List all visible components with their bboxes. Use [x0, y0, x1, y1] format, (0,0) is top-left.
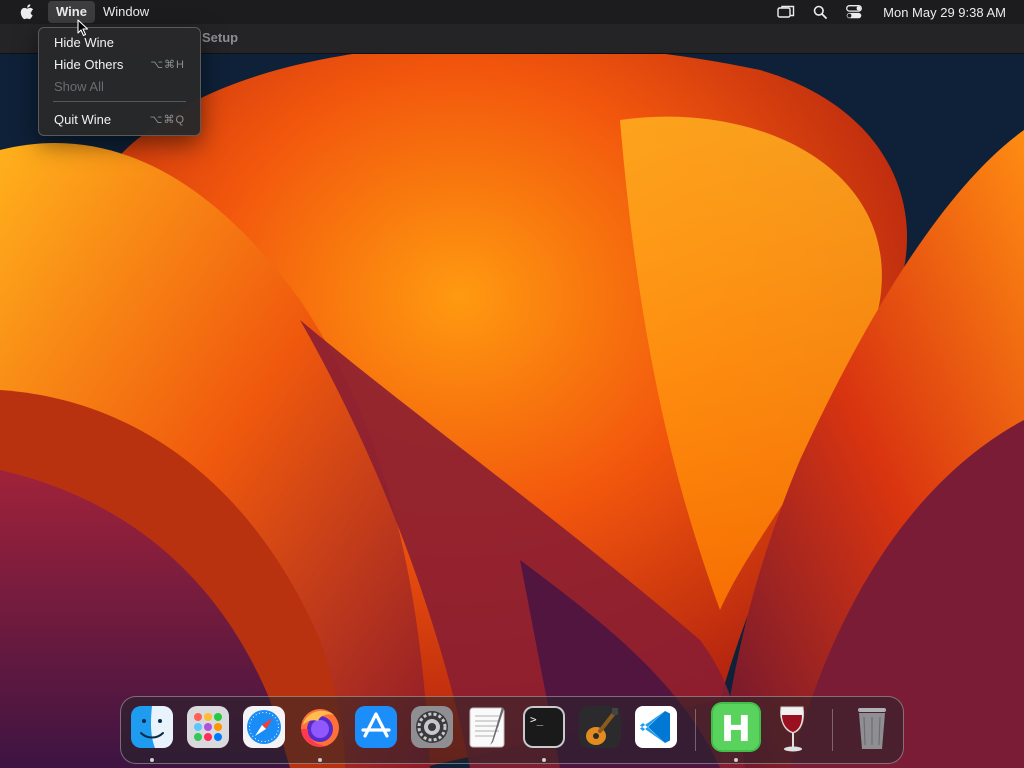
menu-separator [53, 101, 186, 102]
launchpad-icon[interactable] [186, 705, 230, 749]
menu-item-label: Show All [54, 78, 104, 94]
spotlight-search-icon[interactable] [811, 4, 829, 20]
vscode-icon[interactable] [634, 705, 678, 749]
safari-icon[interactable] [242, 705, 286, 749]
firefox-icon[interactable] [298, 705, 342, 749]
running-indicator [150, 758, 154, 762]
dock-divider [832, 709, 833, 751]
menu-item-quit-wine[interactable]: Quit Wine ⌥⌘Q [44, 109, 195, 129]
running-indicator [542, 758, 546, 762]
menu-item-hide-wine[interactable]: Hide Wine [44, 32, 195, 52]
clock[interactable]: Mon May 29 9:38 AM [883, 5, 1006, 20]
system-preferences-icon[interactable] [410, 705, 454, 749]
mouse-cursor-icon [77, 19, 89, 37]
menu-item-show-all: Show All [44, 76, 195, 96]
menu-item-shortcut: ⌥⌘H [150, 58, 185, 71]
textedit-icon[interactable] [466, 705, 510, 749]
menu-item-shortcut: ⌥⌘Q [149, 113, 185, 126]
menu-item-label: Hide Others [54, 56, 124, 72]
terminal-prompt: >_ [530, 713, 544, 726]
apple-logo-icon[interactable] [16, 3, 42, 21]
desktop[interactable]: Wine Window Mon May 29 9:38 AM Setup Hid… [0, 0, 1024, 768]
wine-app-menu: Hide Wine Hide Others ⌥⌘H Show All Quit … [38, 27, 201, 136]
window-title: Setup [202, 30, 239, 45]
menu-item-label: Quit Wine [54, 111, 112, 127]
wine-icon[interactable] [771, 705, 815, 752]
hex-letter: H [721, 709, 751, 750]
dock: >_ H [120, 696, 904, 764]
finder-icon[interactable] [130, 705, 174, 749]
control-center-icon[interactable] [845, 4, 863, 20]
menu-bar: Wine Window Mon May 29 9:38 AM [0, 0, 1024, 24]
running-indicator [318, 758, 322, 762]
menu-window[interactable]: Window [95, 1, 157, 23]
garageband-icon[interactable] [578, 705, 622, 749]
hex-fiend-icon[interactable]: H [710, 701, 762, 753]
terminal-icon[interactable]: >_ [522, 705, 566, 749]
running-indicator [734, 758, 738, 762]
dock-divider [695, 709, 696, 751]
trash-icon[interactable] [850, 705, 894, 749]
screen-mirroring-icon[interactable] [777, 4, 795, 20]
app-store-icon[interactable] [354, 705, 398, 749]
menu-item-hide-others[interactable]: Hide Others ⌥⌘H [44, 54, 195, 74]
status-area: Mon May 29 9:38 AM [777, 0, 1006, 24]
